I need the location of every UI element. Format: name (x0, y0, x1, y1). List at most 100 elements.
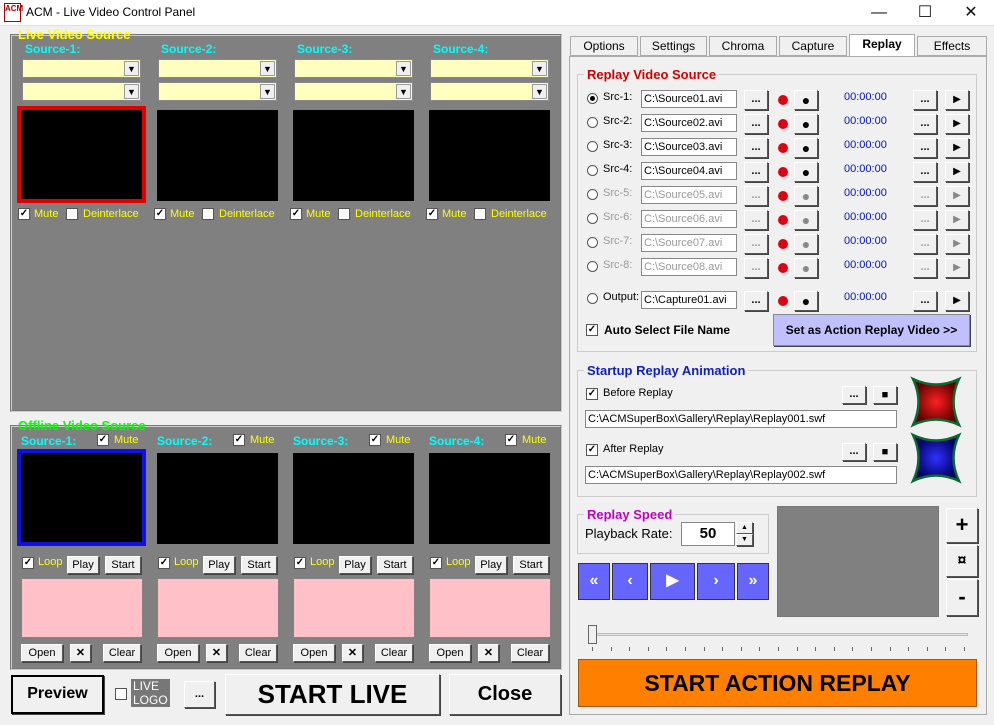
source-play-button[interactable]: ▶ (945, 114, 969, 134)
offline-playlist[interactable] (294, 579, 414, 637)
set-action-replay-button[interactable]: Set as Action Replay Video >> (773, 314, 970, 346)
source-options-button[interactable]: ... (913, 138, 937, 158)
loop-checkbox[interactable]: ✓ (430, 557, 442, 569)
output-options-button[interactable]: ... (913, 291, 937, 311)
live-source-device-select[interactable]: ▼ (158, 59, 277, 78)
maximize-button[interactable]: ☐ (902, 0, 948, 26)
source-play-button[interactable]: ▶ (945, 258, 969, 278)
chevron-down-icon[interactable]: ▼ (124, 61, 139, 76)
source-options-button[interactable]: ... (913, 90, 937, 110)
tab-chroma[interactable]: Chroma (709, 36, 777, 56)
source-browse-button[interactable]: ... (744, 210, 768, 230)
live-video-preview[interactable] (157, 110, 278, 201)
offline-start-button[interactable]: Start (241, 556, 277, 574)
offline-video-preview[interactable] (17, 449, 146, 546)
live-source-format-select[interactable]: ▼ (22, 82, 141, 101)
before-stop-button[interactable]: ■ (873, 386, 897, 404)
output-play-button[interactable]: ▶ (945, 291, 969, 311)
source-browse-button[interactable]: ... (744, 90, 768, 110)
tab-replay[interactable]: Replay (849, 34, 915, 57)
tab-effects[interactable]: Effects (917, 36, 987, 56)
chevron-down-icon[interactable]: ▼ (396, 84, 411, 99)
offline-open-button[interactable]: Open (157, 644, 199, 662)
chevron-down-icon[interactable]: ▼ (124, 84, 139, 99)
source-record-button[interactable]: ● (794, 186, 818, 206)
live-source-device-select[interactable]: ▼ (22, 59, 141, 78)
source-radio[interactable] (587, 117, 598, 128)
source-play-button[interactable]: ▶ (945, 162, 969, 182)
live-mute-checkbox[interactable]: ✓ (426, 208, 438, 220)
output-record-button[interactable]: ● (794, 291, 818, 311)
source-path-input[interactable]: C:\Source07.avi (641, 234, 737, 252)
source-radio[interactable] (587, 165, 598, 176)
live-mute-checkbox[interactable]: ✓ (18, 208, 30, 220)
preview-button[interactable]: Preview (11, 675, 104, 714)
before-replay-checkbox[interactable]: ✓ (586, 388, 598, 400)
replay-slider-thumb[interactable] (588, 625, 597, 644)
offline-video-preview[interactable] (157, 453, 278, 544)
tab-settings[interactable]: Settings (640, 36, 707, 56)
source-play-button[interactable]: ▶ (945, 90, 969, 110)
source-browse-button[interactable]: ... (744, 162, 768, 182)
auto-select-checkbox[interactable]: ✓ (586, 324, 598, 336)
offline-open-button[interactable]: Open (293, 644, 335, 662)
rate-up-button[interactable]: ▲ (736, 522, 753, 534)
chevron-down-icon[interactable]: ▼ (532, 84, 547, 99)
deinterlace-checkbox[interactable] (66, 208, 78, 220)
offline-mute-checkbox[interactable]: ✓ (505, 434, 517, 446)
before-replay-path[interactable]: C:\ACMSuperBox\Gallery\Replay\Replay001.… (585, 410, 897, 428)
live-source-format-select[interactable]: ▼ (294, 82, 413, 101)
after-browse-button[interactable]: ... (842, 443, 866, 461)
output-path-input[interactable]: C:\Capture01.avi (641, 291, 737, 309)
offline-mute-checkbox[interactable]: ✓ (233, 434, 245, 446)
source-radio[interactable] (587, 93, 598, 104)
offline-play-button[interactable]: Play (475, 556, 507, 574)
live-source-device-select[interactable]: ▼ (294, 59, 413, 78)
offline-playlist[interactable] (158, 579, 278, 637)
source-options-button[interactable]: ... (913, 114, 937, 134)
source-play-button[interactable]: ▶ (945, 186, 969, 206)
source-record-button[interactable]: ● (794, 210, 818, 230)
source-browse-button[interactable]: ... (744, 186, 768, 206)
source-path-input[interactable]: C:\Source06.avi (641, 210, 737, 228)
chevron-down-icon[interactable]: ▼ (260, 61, 275, 76)
source-path-input[interactable]: C:\Source05.avi (641, 186, 737, 204)
start-live-button[interactable]: START LIVE (225, 674, 440, 715)
source-path-input[interactable]: C:\Source04.avi (641, 162, 737, 180)
offline-open-button[interactable]: Open (429, 644, 471, 662)
logo-browse-button[interactable]: ... (184, 681, 215, 708)
chevron-down-icon[interactable]: ▼ (396, 61, 411, 76)
output-radio[interactable] (587, 293, 598, 304)
deinterlace-checkbox[interactable] (474, 208, 486, 220)
offline-remove-button[interactable]: ✕ (206, 644, 227, 662)
source-browse-button[interactable]: ... (744, 114, 768, 134)
source-path-input[interactable]: C:\Source02.avi (641, 114, 737, 132)
source-browse-button[interactable]: ... (744, 258, 768, 278)
offline-mute-checkbox[interactable]: ✓ (369, 434, 381, 446)
source-path-input[interactable]: C:\Source01.avi (641, 90, 737, 108)
source-radio[interactable] (587, 261, 598, 272)
output-browse-button[interactable]: ... (744, 291, 768, 311)
forward-fast-button[interactable]: » (737, 563, 769, 600)
source-options-button[interactable]: ... (913, 210, 937, 230)
live-video-preview[interactable] (17, 106, 146, 203)
start-action-replay-button[interactable]: START ACTION REPLAY (578, 659, 977, 707)
offline-open-button[interactable]: Open (21, 644, 63, 662)
live-video-preview[interactable] (429, 110, 550, 201)
live-source-format-select[interactable]: ▼ (430, 82, 549, 101)
source-radio[interactable] (587, 213, 598, 224)
source-browse-button[interactable]: ... (744, 138, 768, 158)
loop-checkbox[interactable]: ✓ (294, 557, 306, 569)
offline-clear-button[interactable]: Clear (239, 644, 277, 662)
source-record-button[interactable]: ● (794, 258, 818, 278)
source-path-input[interactable]: C:\Source08.avi (641, 258, 737, 276)
step-back-button[interactable]: ‹ (612, 563, 648, 600)
loop-checkbox[interactable]: ✓ (22, 557, 34, 569)
minimize-button[interactable]: — (856, 0, 902, 26)
chevron-down-icon[interactable]: ▼ (532, 61, 547, 76)
before-browse-button[interactable]: ... (842, 386, 866, 404)
offline-playlist[interactable] (22, 579, 142, 637)
source-play-button[interactable]: ▶ (945, 210, 969, 230)
live-mute-checkbox[interactable]: ✓ (290, 208, 302, 220)
rewind-fast-button[interactable]: « (578, 563, 610, 600)
